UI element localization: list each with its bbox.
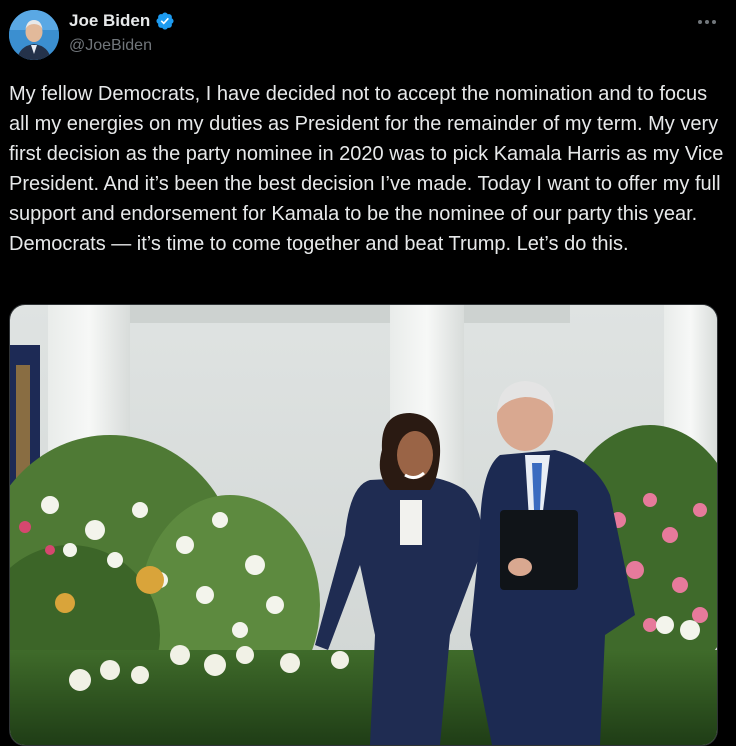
- tweet-card: Joe Biden @JoeBiden My fellow Democrats,…: [0, 0, 736, 746]
- author-handle[interactable]: @JoeBiden: [69, 37, 152, 55]
- more-dots-icon: [698, 20, 716, 24]
- tweet-text: My fellow Democrats, I have decided not …: [9, 83, 724, 256]
- author-display-name[interactable]: Joe Biden: [69, 11, 150, 31]
- tweet-photo[interactable]: [9, 304, 718, 746]
- verified-badge-icon: [156, 12, 174, 30]
- avatar-photo: [9, 10, 59, 60]
- more-options-icon[interactable]: [690, 8, 724, 36]
- avatar[interactable]: [9, 10, 59, 60]
- author-name-row: Joe Biden: [69, 11, 175, 31]
- photo-image: [10, 305, 717, 745]
